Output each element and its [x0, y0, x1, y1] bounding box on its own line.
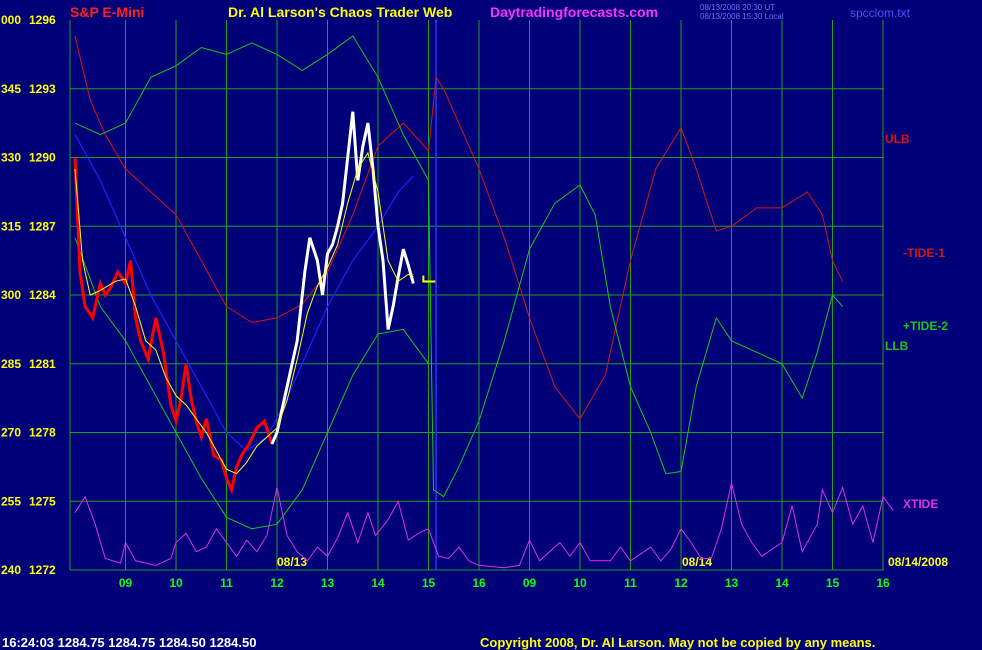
x-tick-label: 14: [775, 576, 789, 590]
x-tick-label: 13: [725, 576, 739, 590]
x-tick-label: 15: [826, 576, 840, 590]
x-tick-label: 15: [422, 576, 436, 590]
llb-line: [74, 237, 429, 530]
tide1-line: [428, 75, 844, 420]
chart-title: Dr. Al Larson's Chaos Trader Web: [228, 4, 453, 20]
x-tick-label: 11: [624, 576, 637, 590]
tide1-label: -TIDE-1: [903, 246, 945, 260]
tide2-line: [74, 35, 843, 498]
x-tick-label: 10: [573, 576, 587, 590]
tide2-label: +TIDE-2: [903, 319, 948, 333]
timestamp-ut: 08/13/2008 20:30 UT: [700, 3, 776, 12]
y-tick-label-price: 1296: [29, 13, 56, 27]
y-tick-label-price: 1287: [29, 219, 56, 233]
y-tick-label-angle: 255: [1, 494, 21, 508]
y-tick-label-price: 1290: [29, 151, 56, 165]
y-tick-label-angle: 330: [1, 151, 21, 165]
y-tick-label-price: 1272: [29, 563, 56, 577]
date-label: 08/14: [682, 555, 712, 569]
y-tick-label-angle: 345: [1, 82, 21, 96]
right-date-label: 08/14/2008: [888, 555, 948, 569]
price-line: [73, 157, 274, 495]
y-tick-label-angle: 315: [1, 219, 21, 233]
x-tick-label: 10: [169, 576, 183, 590]
x-tick-label: 11: [220, 576, 233, 590]
file-name: spcclom.txt: [850, 6, 911, 20]
y-tick-label-price: 1278: [29, 426, 56, 440]
x-tick-label: 14: [371, 576, 385, 590]
y-tick-label-price: 1293: [29, 82, 56, 96]
quote-line: 16:24:03 1284.75 1284.75 1284.50 1284.50: [2, 635, 257, 650]
xtide-line: [74, 482, 894, 569]
y-tick-label-angle: 000: [1, 13, 21, 27]
chart: 000 1296 345 1293 330 1290 315 1287 300 1284 285 12…: [1, 13, 948, 590]
ulb-line: [74, 35, 429, 324]
last-price-marker: [422, 275, 436, 283]
x-tick-label: 12: [674, 576, 688, 590]
x-tick-label: 16: [876, 576, 890, 590]
timestamp-local: 08/13/2008 15:30 Local: [700, 12, 784, 21]
llb-label: LLB: [885, 339, 909, 353]
site-link[interactable]: Daytradingforecasts.com: [490, 4, 658, 20]
xtide-label: XTIDE: [903, 497, 938, 511]
x-tick-label: 09: [119, 576, 133, 590]
x-tick-label: 09: [523, 576, 537, 590]
y-tick-label-price: 1281: [29, 357, 56, 371]
y-tick-label-angle: 285: [1, 357, 21, 371]
ulb-label: ULB: [885, 132, 910, 146]
y-tick-label-angle: 300: [1, 288, 21, 302]
x-tick-label: 16: [472, 576, 486, 590]
y-tick-label-price: 1275: [29, 494, 56, 508]
x-tick-label: 13: [321, 576, 335, 590]
copyright: Copyright 2008, Dr. Al Larson. May not b…: [480, 635, 876, 650]
y-tick-label-price: 1284: [29, 288, 56, 302]
y-tick-label-angle: 240: [1, 563, 21, 577]
instrument-label: S&P E-Mini: [70, 4, 145, 20]
x-tick-label: 12: [270, 576, 284, 590]
y-tick-label-angle: 270: [1, 426, 21, 440]
